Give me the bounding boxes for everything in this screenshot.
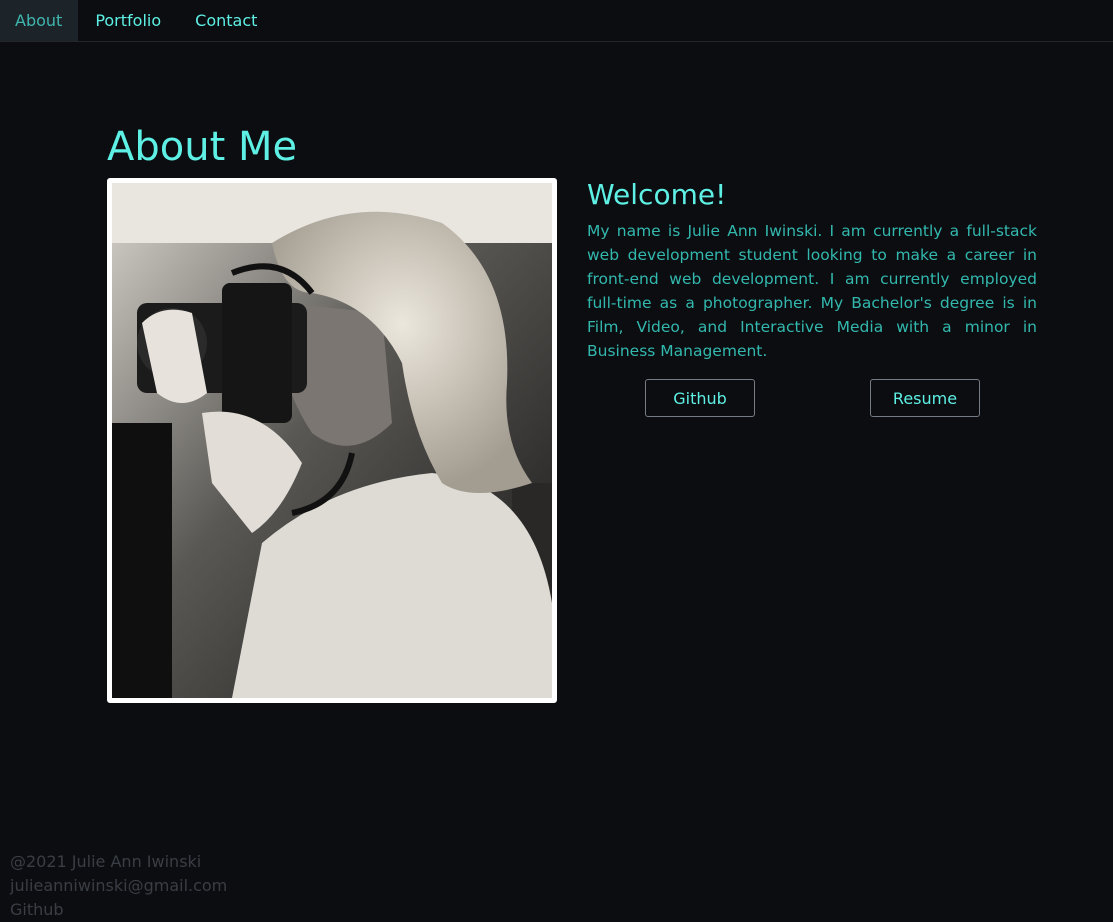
nav-portfolio[interactable]: Portfolio	[78, 0, 178, 41]
footer-copyright: @2021 Julie Ann Iwinski	[10, 852, 202, 871]
top-nav: About Portfolio Contact	[0, 0, 1113, 42]
welcome-heading: Welcome!	[587, 178, 727, 211]
footer-email-link[interactable]: julieanniwinski@gmail.com	[10, 874, 227, 898]
nav-about[interactable]: About	[0, 0, 79, 41]
nav-contact[interactable]: Contact	[178, 0, 274, 41]
photographer-image	[112, 183, 552, 698]
page-title: About Me	[107, 124, 298, 170]
resume-button[interactable]: Resume	[870, 379, 980, 417]
footer: @2021 Julie Ann Iwinski julieanniwinski@…	[10, 850, 227, 922]
bio-paragraph: My name is Julie Ann Iwinski. I am curre…	[587, 222, 1037, 360]
footer-github-link[interactable]: Github	[10, 898, 227, 922]
profile-photo	[107, 178, 557, 703]
github-button[interactable]: Github	[645, 379, 755, 417]
